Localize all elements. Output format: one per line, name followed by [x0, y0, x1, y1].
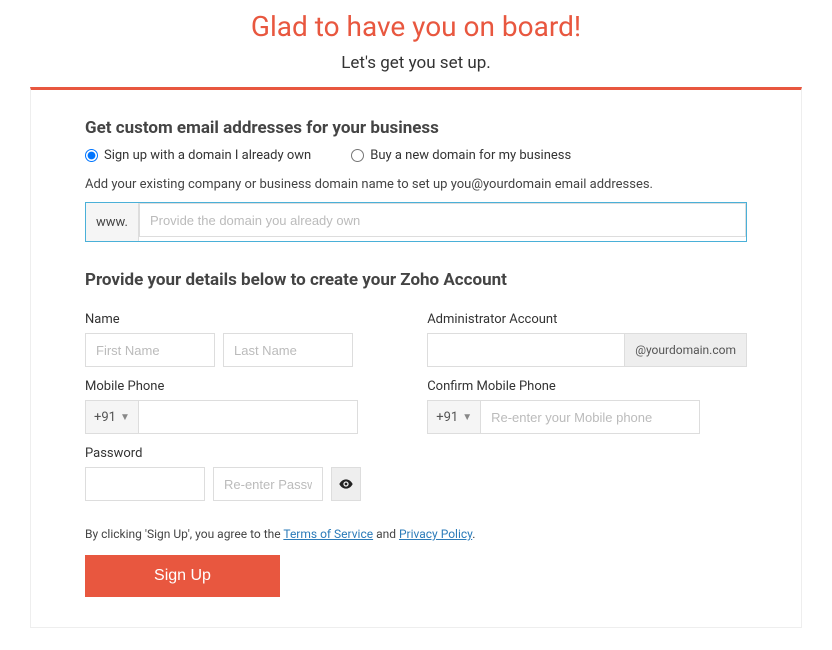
- chevron-down-icon: ▼: [120, 412, 130, 423]
- password-label: Password: [85, 446, 367, 461]
- terms-prefix: By clicking 'Sign Up', you agree to the: [85, 527, 283, 541]
- signup-button[interactable]: Sign Up: [85, 555, 280, 597]
- domain-helper-text: Add your existing company or business do…: [85, 177, 747, 192]
- privacy-policy-link[interactable]: Privacy Policy: [399, 527, 472, 541]
- admin-account-input[interactable]: [427, 333, 625, 367]
- eye-icon: [338, 476, 354, 492]
- terms-mid: and: [373, 527, 399, 541]
- radio-own-domain-label: Sign up with a domain I already own: [104, 148, 311, 163]
- terms-text: By clicking 'Sign Up', you agree to the …: [85, 527, 747, 541]
- admin-domain-suffix: @yourdomain.com: [625, 333, 747, 367]
- right-column: Administrator Account @yourdomain.com Co…: [427, 300, 747, 501]
- signup-card: Get custom email addresses for your busi…: [30, 87, 802, 628]
- radio-own-domain-input[interactable]: [85, 149, 98, 162]
- dial-code-select[interactable]: +91 ▼: [85, 400, 138, 434]
- radio-buy-domain[interactable]: Buy a new domain for my business: [351, 148, 571, 163]
- confirm-dial-code-value: +91: [436, 410, 458, 425]
- confirm-mobile-input[interactable]: [480, 400, 700, 434]
- domain-input-group: www.: [85, 202, 747, 242]
- page-subtitle: Let's get you set up.: [0, 53, 832, 73]
- dial-code-value: +91: [94, 410, 116, 425]
- mobile-input[interactable]: [138, 400, 358, 434]
- confirm-mobile-label: Confirm Mobile Phone: [427, 379, 747, 394]
- left-column: Name Mobile Phone +91 ▼ Password: [85, 300, 367, 501]
- last-name-input[interactable]: [223, 333, 353, 367]
- domain-input[interactable]: [139, 203, 746, 237]
- password-confirm-input[interactable]: [213, 467, 323, 501]
- password-input[interactable]: [85, 467, 205, 501]
- name-label: Name: [85, 312, 367, 327]
- domain-choice-radios: Sign up with a domain I already own Buy …: [85, 148, 747, 163]
- admin-label: Administrator Account: [427, 312, 747, 327]
- mobile-label: Mobile Phone: [85, 379, 367, 394]
- chevron-down-icon: ▼: [462, 412, 472, 423]
- toggle-password-visibility[interactable]: [331, 467, 361, 501]
- domain-section-heading: Get custom email addresses for your busi…: [85, 118, 747, 138]
- account-section-heading: Provide your details below to create you…: [85, 270, 747, 290]
- confirm-dial-code-select[interactable]: +91 ▼: [427, 400, 480, 434]
- radio-own-domain[interactable]: Sign up with a domain I already own: [85, 148, 311, 163]
- terms-of-service-link[interactable]: Terms of Service: [283, 527, 373, 541]
- domain-prefix: www.: [86, 203, 139, 241]
- terms-suffix: .: [472, 527, 475, 541]
- page-title: Glad to have you on board!: [0, 10, 832, 43]
- radio-buy-domain-input[interactable]: [351, 149, 364, 162]
- first-name-input[interactable]: [85, 333, 215, 367]
- radio-buy-domain-label: Buy a new domain for my business: [370, 148, 571, 163]
